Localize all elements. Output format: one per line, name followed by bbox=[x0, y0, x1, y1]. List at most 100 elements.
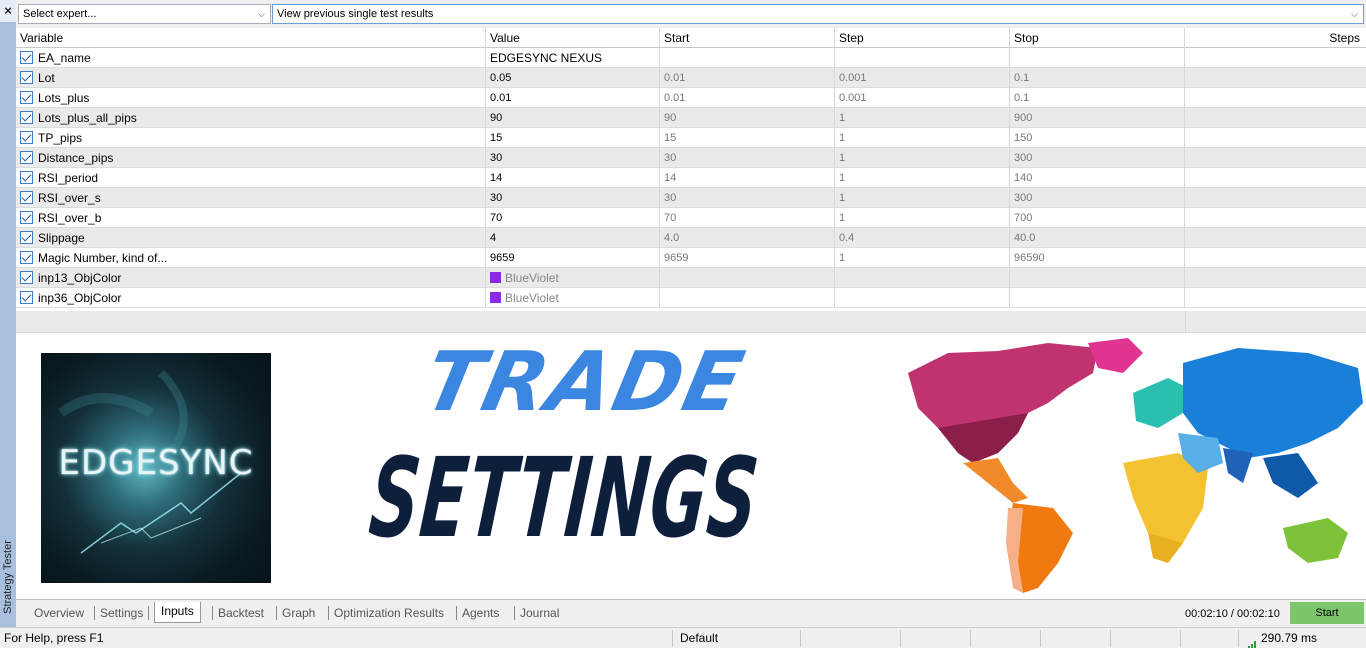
tab-inputs[interactable]: Inputs bbox=[154, 602, 201, 623]
table-row[interactable]: RSI_over_s 30 30 1 300 bbox=[16, 188, 1366, 208]
column-header-stop[interactable]: Stop bbox=[1010, 28, 1185, 48]
checkbox-icon[interactable] bbox=[20, 91, 33, 104]
value-cell[interactable]: EDGESYNC NEXUS bbox=[486, 48, 660, 68]
variable-cell[interactable]: RSI_period bbox=[16, 168, 486, 188]
step-cell[interactable]: 1 bbox=[835, 108, 1010, 128]
stop-cell[interactable]: 150 bbox=[1010, 128, 1185, 148]
tab-backtest[interactable]: Backtest bbox=[218, 604, 264, 624]
value-cell[interactable]: 30 bbox=[486, 188, 660, 208]
step-cell[interactable]: 0.001 bbox=[835, 68, 1010, 88]
stop-cell[interactable]: 700 bbox=[1010, 208, 1185, 228]
value-cell[interactable]: BlueViolet bbox=[486, 268, 660, 288]
start-cell[interactable]: 0.01 bbox=[660, 68, 835, 88]
value-cell[interactable]: 70 bbox=[486, 208, 660, 228]
steps-cell[interactable] bbox=[1185, 188, 1366, 208]
tab-settings[interactable]: Settings bbox=[100, 604, 143, 624]
table-row[interactable]: Magic Number, kind of... 9659 9659 1 96590 bbox=[16, 248, 1366, 268]
stop-cell[interactable] bbox=[1010, 288, 1185, 308]
steps-cell[interactable] bbox=[1185, 248, 1366, 268]
table-row[interactable]: RSI_over_b 70 70 1 700 bbox=[16, 208, 1366, 228]
value-cell[interactable]: 14 bbox=[486, 168, 660, 188]
steps-cell[interactable] bbox=[1185, 148, 1366, 168]
checkbox-icon[interactable] bbox=[20, 191, 33, 204]
value-cell[interactable]: 9659 bbox=[486, 248, 660, 268]
value-cell[interactable]: 4 bbox=[486, 228, 660, 248]
start-cell[interactable]: 90 bbox=[660, 108, 835, 128]
variable-cell[interactable]: inp13_ObjColor bbox=[16, 268, 486, 288]
table-row[interactable]: Slippage 4 4.0 0.4 40.0 bbox=[16, 228, 1366, 248]
steps-cell[interactable] bbox=[1185, 228, 1366, 248]
column-header-steps[interactable]: Steps bbox=[1185, 28, 1366, 48]
step-cell[interactable]: 1 bbox=[835, 208, 1010, 228]
stop-cell[interactable] bbox=[1010, 268, 1185, 288]
expert-select[interactable]: Select expert... ⌵ bbox=[18, 4, 271, 24]
variable-cell[interactable]: Lots_plus_all_pips bbox=[16, 108, 486, 128]
column-header-step[interactable]: Step bbox=[835, 28, 1010, 48]
table-row[interactable]: RSI_period 14 14 1 140 bbox=[16, 168, 1366, 188]
table-row[interactable]: TP_pips 15 15 1 150 bbox=[16, 128, 1366, 148]
stop-cell[interactable]: 96590 bbox=[1010, 248, 1185, 268]
tab-journal[interactable]: Journal bbox=[520, 604, 559, 624]
step-cell[interactable] bbox=[835, 268, 1010, 288]
step-cell[interactable]: 1 bbox=[835, 128, 1010, 148]
value-cell[interactable]: 15 bbox=[486, 128, 660, 148]
checkbox-icon[interactable] bbox=[20, 271, 33, 284]
start-cell[interactable]: 15 bbox=[660, 128, 835, 148]
start-cell[interactable]: 30 bbox=[660, 188, 835, 208]
close-icon[interactable]: × bbox=[0, 0, 16, 22]
stop-cell[interactable]: 900 bbox=[1010, 108, 1185, 128]
value-cell[interactable]: 90 bbox=[486, 108, 660, 128]
tab-graph[interactable]: Graph bbox=[282, 604, 315, 624]
start-cell[interactable]: 4.0 bbox=[660, 228, 835, 248]
variable-cell[interactable]: Distance_pips bbox=[16, 148, 486, 168]
table-row[interactable]: Distance_pips 30 30 1 300 bbox=[16, 148, 1366, 168]
start-cell[interactable]: 70 bbox=[660, 208, 835, 228]
variable-cell[interactable]: Slippage bbox=[16, 228, 486, 248]
table-row[interactable]: EA_name EDGESYNC NEXUS bbox=[16, 48, 1366, 68]
table-row[interactable]: Lots_plus_all_pips 90 90 1 900 bbox=[16, 108, 1366, 128]
variable-cell[interactable]: Magic Number, kind of... bbox=[16, 248, 486, 268]
start-cell[interactable]: 9659 bbox=[660, 248, 835, 268]
value-cell[interactable]: 0.01 bbox=[486, 88, 660, 108]
steps-cell[interactable] bbox=[1185, 288, 1366, 308]
checkbox-icon[interactable] bbox=[20, 131, 33, 144]
steps-cell[interactable] bbox=[1185, 68, 1366, 88]
step-cell[interactable] bbox=[835, 48, 1010, 68]
step-cell[interactable]: 0.001 bbox=[835, 88, 1010, 108]
start-button[interactable]: Start bbox=[1290, 602, 1364, 624]
steps-cell[interactable] bbox=[1185, 88, 1366, 108]
tab-optimization-results[interactable]: Optimization Results bbox=[334, 604, 444, 624]
table-row[interactable]: Lot 0.05 0.01 0.001 0.1 bbox=[16, 68, 1366, 88]
steps-cell[interactable] bbox=[1185, 48, 1366, 68]
checkbox-icon[interactable] bbox=[20, 51, 33, 64]
stop-cell[interactable]: 300 bbox=[1010, 188, 1185, 208]
checkbox-icon[interactable] bbox=[20, 71, 33, 84]
step-cell[interactable]: 1 bbox=[835, 148, 1010, 168]
step-cell[interactable] bbox=[835, 288, 1010, 308]
variable-cell[interactable]: Lot bbox=[16, 68, 486, 88]
checkbox-icon[interactable] bbox=[20, 251, 33, 264]
stop-cell[interactable]: 0.1 bbox=[1010, 88, 1185, 108]
start-cell[interactable] bbox=[660, 48, 835, 68]
variable-cell[interactable]: TP_pips bbox=[16, 128, 486, 148]
start-cell[interactable] bbox=[660, 288, 835, 308]
variable-cell[interactable]: EA_name bbox=[16, 48, 486, 68]
stop-cell[interactable]: 0.1 bbox=[1010, 68, 1185, 88]
steps-cell[interactable] bbox=[1185, 108, 1366, 128]
stop-cell[interactable]: 140 bbox=[1010, 168, 1185, 188]
value-cell[interactable]: 30 bbox=[486, 148, 660, 168]
results-select[interactable]: View previous single test results ⌵ bbox=[272, 4, 1364, 24]
column-header-value[interactable]: Value bbox=[486, 28, 660, 48]
steps-cell[interactable] bbox=[1185, 128, 1366, 148]
checkbox-icon[interactable] bbox=[20, 171, 33, 184]
step-cell[interactable]: 1 bbox=[835, 168, 1010, 188]
steps-cell[interactable] bbox=[1185, 208, 1366, 228]
checkbox-icon[interactable] bbox=[20, 211, 33, 224]
value-cell[interactable]: BlueViolet bbox=[486, 288, 660, 308]
column-header-start[interactable]: Start bbox=[660, 28, 835, 48]
checkbox-icon[interactable] bbox=[20, 231, 33, 244]
variable-cell[interactable]: Lots_plus bbox=[16, 88, 486, 108]
start-cell[interactable]: 30 bbox=[660, 148, 835, 168]
value-cell[interactable]: 0.05 bbox=[486, 68, 660, 88]
step-cell[interactable]: 0.4 bbox=[835, 228, 1010, 248]
